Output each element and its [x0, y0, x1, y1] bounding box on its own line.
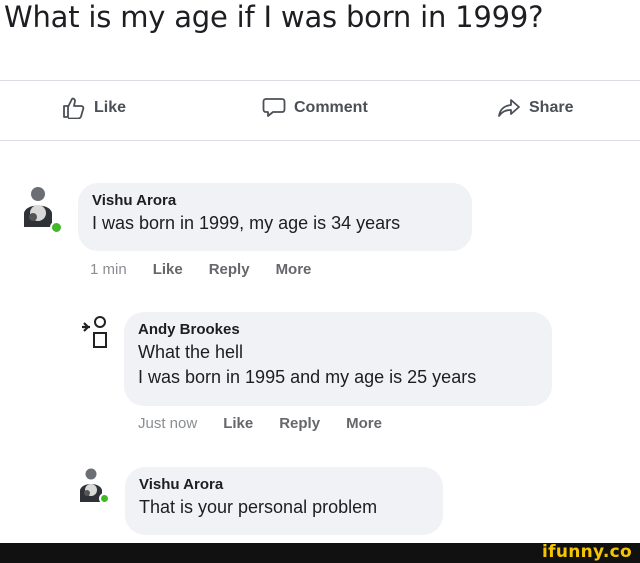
- avatar[interactable]: [77, 466, 115, 506]
- share-button[interactable]: Share: [497, 97, 573, 119]
- divider-top: [0, 80, 640, 81]
- comment-timestamp[interactable]: Just now: [138, 415, 197, 432]
- comment-label: Comment: [294, 99, 368, 116]
- avatar[interactable]: [74, 313, 114, 353]
- comment-reply-link[interactable]: Reply: [209, 261, 250, 278]
- avatar[interactable]: [18, 183, 66, 235]
- comment-like-link[interactable]: Like: [223, 415, 253, 432]
- comment-actions: 1 min Like Reply More: [90, 261, 337, 278]
- comment-text: I was born in 1995 and my age is 25 year…: [138, 367, 477, 387]
- watermark-bar: ifunny.co: [0, 542, 640, 563]
- comment-bubble: Andy Brookes What the hell I was born in…: [124, 312, 552, 406]
- comment-author[interactable]: Andy Brookes: [138, 320, 538, 340]
- comment-author[interactable]: Vishu Arora: [139, 475, 429, 495]
- comment-more-link[interactable]: More: [346, 415, 382, 432]
- ifunny-watermark: ifunny.co: [542, 542, 632, 562]
- comment-text: I was born in 1999, my age is 34 years: [92, 213, 401, 233]
- comment-author[interactable]: Vishu Arora: [92, 191, 458, 211]
- comment-text: That is your personal problem: [139, 497, 378, 517]
- comment-bubble: Vishu Arora That is your personal proble…: [125, 467, 443, 535]
- divider-bottom: [0, 140, 640, 141]
- post-question-text: What is my age if I was born in 1999?: [4, 0, 544, 34]
- comment-timestamp[interactable]: 1 min: [90, 261, 127, 278]
- comment-more-link[interactable]: More: [276, 261, 312, 278]
- like-label: Like: [94, 99, 127, 116]
- share-arrow-icon: [497, 97, 521, 119]
- share-label: Share: [529, 99, 574, 116]
- thumbs-up-icon: [62, 97, 86, 119]
- comment-bubble: Vishu Arora I was born in 1999, my age i…: [78, 183, 472, 251]
- speech-bubble-icon: [262, 97, 286, 119]
- comment-like-link[interactable]: Like: [153, 261, 183, 278]
- online-status-dot: [99, 493, 110, 504]
- online-status-dot: [50, 221, 63, 234]
- comment-text: What the hell: [138, 342, 244, 362]
- comment-reply-link[interactable]: Reply: [279, 415, 320, 432]
- comment-actions: Just now Like Reply More: [138, 415, 408, 432]
- like-button[interactable]: Like: [62, 97, 126, 119]
- comment-button[interactable]: Comment: [262, 97, 368, 119]
